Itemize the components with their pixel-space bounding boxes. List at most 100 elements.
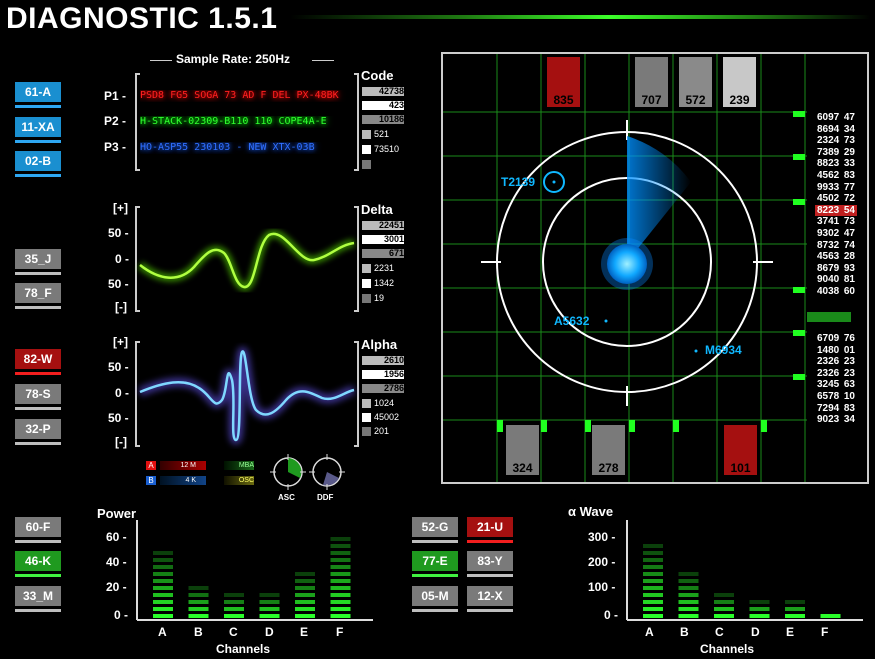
radar-table-value: 47 [843,228,855,239]
alpha-axis-50-top: 50 - [108,360,129,374]
power-ytick-20: 20 - [106,580,127,594]
power-bar-segment [259,614,280,618]
power-bar-segment [153,551,173,555]
delta-value-4: 2231 [374,263,395,273]
target-a5632[interactable]: A5632 [554,314,589,328]
delta-value-5: 1342 [374,278,395,288]
power-xlabel: Channels [216,642,271,656]
wave-bar-segment [643,586,663,590]
legend-osc: OSC [224,476,254,485]
button-77-e[interactable]: 77-E [412,551,458,577]
alpha-square-6 [362,427,371,436]
button-02-b[interactable]: 02-B [15,151,61,177]
radar-table-id: 6709 [817,333,840,344]
radar-table-id: 2326 [817,367,840,379]
p3-signal: HO-ASP55 230103 - NEW XTX-03B [140,142,315,153]
wave-bar-segment [785,600,805,604]
target-t2139[interactable]: T2139 [501,175,535,189]
button-33-m[interactable]: 33_M [15,586,61,612]
radar-table-value: 72 [843,193,855,205]
asc-dial-icon[interactable] [270,454,306,490]
wave-bar-chart [626,520,863,621]
button-11-xa[interactable]: 11-XA [15,117,61,143]
channel-p1-label: P1 - [104,89,127,103]
target-m6934[interactable]: M6934 [705,343,742,357]
power-bar-e [295,572,315,618]
app-title: DIAGNOSTIC 1.5.1 [6,2,278,35]
wave-ytick-100: 100 - [588,580,616,594]
radar-table-id: 3245 [817,379,840,391]
power-xtick-b: B [194,625,203,639]
wave-bar-segment [678,579,699,583]
button-78-s[interactable]: 78-S [15,384,61,410]
radar-table-row: 4502 72 [815,193,857,205]
ddf-dial-icon[interactable] [309,454,345,490]
code-value-5: 73510 [374,144,400,154]
power-bar-segment [330,537,351,541]
radar-table-value: 29 [843,146,855,158]
button-82-w[interactable]: 82-W [15,349,61,375]
button-60-f[interactable]: 60-F [15,517,61,543]
radar-table-id: 8732 [817,239,840,251]
alpha-value-2: 1956 [383,369,404,379]
wave-bar-e [785,600,805,618]
button-05-m[interactable]: 05-M [412,586,458,612]
wave-bar-segment [714,607,734,611]
radar-table-id: 1480 [817,344,840,356]
code-value-2: 423 [388,100,404,110]
button-32-p[interactable]: 32-P [15,419,61,445]
power-bar-segment [295,600,315,604]
radar-top-bar-2: 707 [635,57,668,107]
radar-table-value: 81 [843,274,855,286]
wave-xlabel: Channels [700,642,755,656]
power-bar-b [188,586,209,618]
radar-table-row: 2326 23 [815,356,857,368]
delta-square-6 [362,294,371,303]
channel-p2-label: P2 - [104,114,127,128]
power-bar-segment [330,607,351,611]
power-bar-segment [153,565,173,569]
radar-table-row: 8732 74 [815,240,857,252]
power-bar-segment [153,572,173,576]
radar-table-value: 73 [843,216,855,228]
radar-table-row: 4563 28 [815,251,857,263]
button-35-j[interactable]: 35_J [15,249,61,275]
delta-square-4 [362,264,371,273]
sample-rate-header: Sample Rate: 250Hz [150,52,340,68]
radar-table-id: 3741 [817,216,840,228]
power-bar-segment [188,607,209,611]
button-61-a[interactable]: 61-A [15,82,61,108]
radar-table-value: 63 [843,379,855,391]
radar-top-bar-4: 239 [723,57,756,107]
alpha-axis-plus: [+] [113,335,128,349]
button-78-f[interactable]: 78_F [15,283,61,309]
button-52-g[interactable]: 52-G [412,517,458,543]
radar-bottom-bar-1-value: 324 [512,461,533,475]
radar-table-row: 1480 01 [815,345,857,357]
wave-bar-segment [643,544,663,548]
power-bar-segment [153,586,173,590]
radar-table-row: 2326 23 [815,368,857,380]
power-bar-segment [153,579,173,583]
power-xtick-f: F [336,625,344,639]
radar-table-row: 8223 54 [815,204,857,217]
button-83-y[interactable]: 83-Y [467,551,513,577]
legend-mba: MBA [224,461,254,470]
delta-axis-50-top: 50 - [108,226,129,240]
power-bar-segment [224,614,244,618]
button-12-x[interactable]: 12-X [467,586,513,612]
radar-table-id: 4563 [817,251,840,263]
radar-table-value: 60 [843,286,855,297]
power-bar-segment [330,558,351,562]
radar-bottom-bar-2-value: 278 [598,461,619,475]
delta-axis-50-bottom: 50 - [108,277,129,291]
radar-table-id: 9040 [817,274,840,286]
radar-table-value: 23 [843,367,855,379]
wave-ytick-300: 300 - [588,530,616,544]
button-21-u[interactable]: 21-U [467,517,513,543]
button-46-k[interactable]: 46-K [15,551,61,577]
radar-table-row: 8694 34 [815,124,857,136]
radar-bottom-bar-3: 101 [724,425,757,475]
legend-b-tag: B [146,476,156,485]
delta-value-6: 19 [374,293,385,303]
